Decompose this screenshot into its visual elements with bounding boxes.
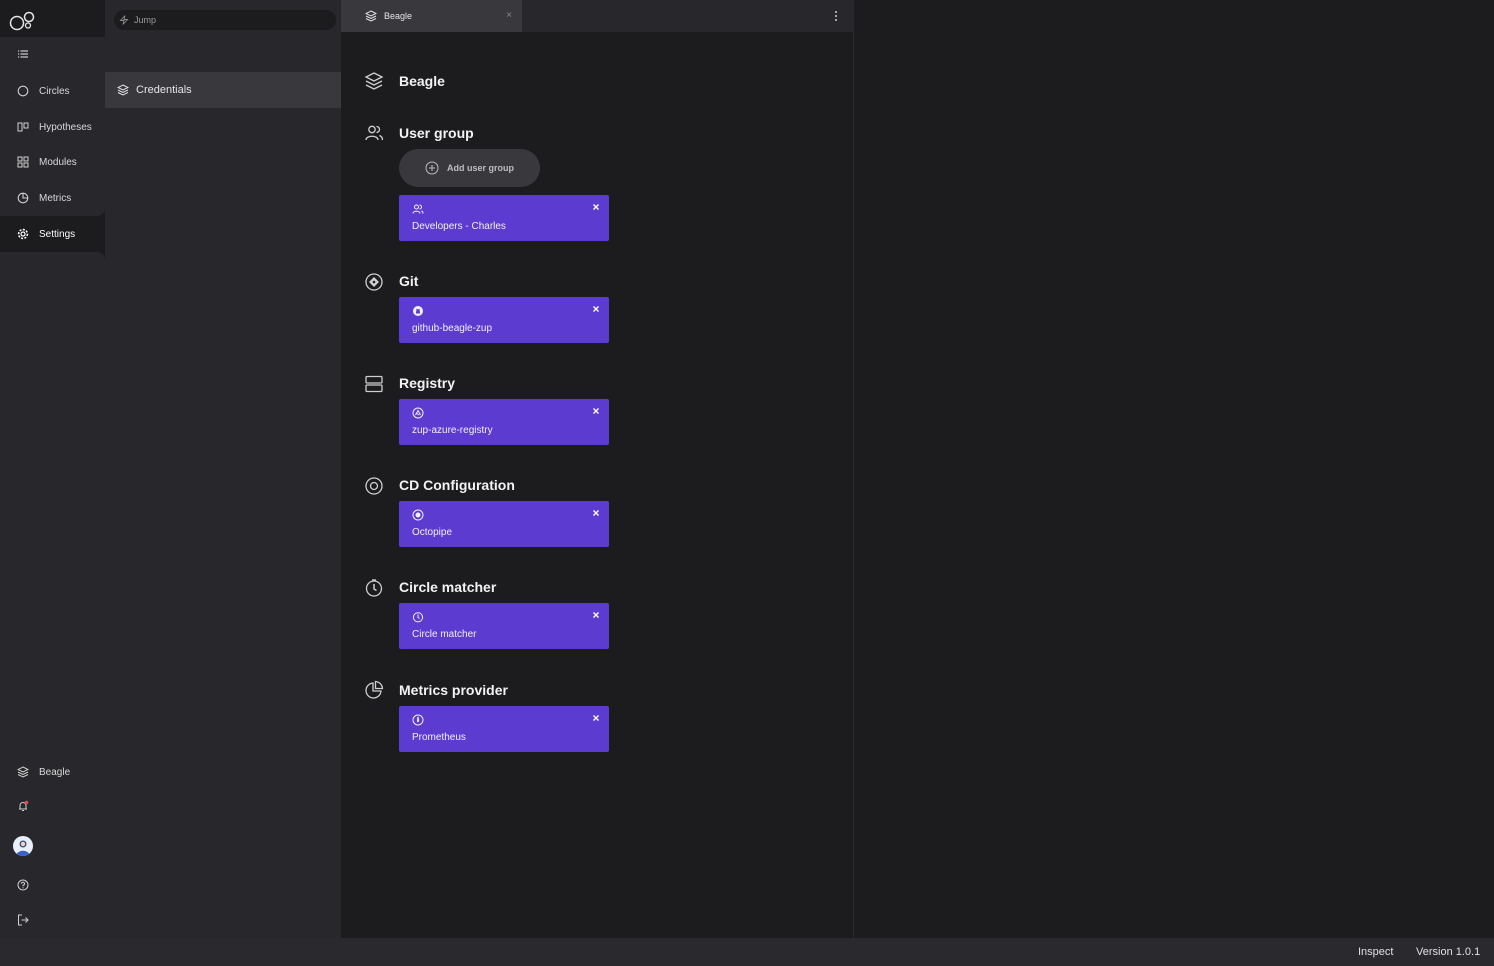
metrics-icon	[17, 192, 29, 204]
tab-beagle[interactable]: Beagle ×	[341, 0, 522, 32]
credentials-label: Credentials	[136, 84, 192, 96]
target-icon	[364, 476, 384, 496]
remove-close-icon[interactable]	[591, 202, 601, 212]
tab-close-icon[interactable]: ×	[506, 11, 512, 21]
jump-search-input[interactable]: Jump	[114, 10, 336, 30]
hypotheses-icon	[17, 121, 29, 133]
add-user-group-button[interactable]: Add user group	[399, 149, 540, 187]
remove-close-icon[interactable]	[591, 304, 601, 314]
user-group-card[interactable]: Developers - Charles	[399, 195, 609, 241]
modules-icon	[17, 156, 29, 168]
plus-circle-icon	[425, 161, 439, 175]
section-title-user-group: User group	[399, 125, 474, 141]
layers-icon	[117, 84, 129, 96]
octopipe-icon	[412, 509, 424, 521]
circle-matcher-card-label: Circle matcher	[412, 629, 477, 640]
section-title-circle-matcher: Circle matcher	[399, 579, 497, 595]
circle-matcher-icon	[364, 578, 384, 598]
azure-icon	[412, 407, 424, 419]
github-icon	[412, 305, 424, 317]
remove-close-icon[interactable]	[591, 406, 601, 416]
tab-bar: Beagle ×	[341, 0, 854, 32]
status-footer: Inspect Version 1.0.1	[0, 938, 1494, 966]
nav-item-modules[interactable]: Modules	[0, 151, 105, 173]
git-card[interactable]: github-beagle-zup	[399, 297, 609, 343]
workspace-title: Beagle	[399, 73, 445, 89]
main-sidebar: Circles Hypotheses Modules Metrics Setti…	[0, 0, 105, 938]
server-icon	[364, 374, 384, 394]
git-card-label: github-beagle-zup	[412, 323, 493, 334]
layers-icon	[364, 71, 384, 91]
menu-toggle-icon[interactable]	[17, 48, 29, 60]
remove-close-icon[interactable]	[591, 713, 601, 723]
pie-chart-icon	[364, 680, 384, 700]
nav-label: Hypotheses	[39, 121, 92, 133]
section-title-registry: Registry	[399, 375, 456, 391]
help-icon[interactable]	[16, 878, 30, 892]
workspace-label: Beagle	[39, 766, 71, 778]
circle-icon	[17, 85, 29, 97]
remove-close-icon[interactable]	[591, 610, 601, 620]
section-title-cd-configuration: CD Configuration	[399, 477, 515, 493]
credentials-panel: Beagle × Beagle User group Add user grou…	[341, 0, 854, 938]
menu-item-credentials[interactable]: Credentials	[105, 72, 341, 108]
jump-placeholder: Jump	[134, 15, 157, 25]
tab-label: Beagle	[384, 11, 413, 21]
logout-icon[interactable]	[16, 913, 30, 927]
charles-logo-icon[interactable]	[9, 10, 39, 32]
metrics-provider-card[interactable]: Prometheus	[399, 706, 609, 752]
notification-bell-icon[interactable]	[16, 799, 30, 813]
nav-label: Metrics	[39, 192, 72, 204]
cd-configuration-card-label: Octopipe	[412, 527, 453, 538]
workspace-switcher[interactable]: Beagle	[0, 761, 105, 783]
more-options-icon[interactable]	[834, 10, 838, 22]
gear-icon	[17, 228, 29, 240]
metrics-provider-card-label: Prometheus	[412, 732, 466, 743]
avatar[interactable]	[13, 836, 33, 856]
layers-icon	[365, 10, 377, 22]
add-user-group-label: Add user group	[447, 163, 514, 173]
user-group-card-label: Developers - Charles	[412, 221, 506, 232]
nav-item-metrics[interactable]: Metrics	[0, 187, 105, 209]
users-icon	[412, 203, 424, 215]
git-icon	[364, 272, 384, 292]
bolt-icon	[119, 15, 129, 25]
nav-label: Modules	[39, 156, 77, 168]
layers-icon	[17, 766, 29, 778]
remove-close-icon[interactable]	[591, 508, 601, 518]
inspect-link[interactable]: Inspect	[1358, 946, 1393, 958]
nav-item-settings[interactable]: Settings	[0, 223, 105, 245]
nav-item-hypotheses[interactable]: Hypotheses	[0, 116, 105, 138]
nav-label: Settings	[39, 228, 76, 240]
settings-menu-panel: Jump Credentials	[105, 0, 341, 938]
section-title-git: Git	[399, 273, 419, 289]
registry-card[interactable]: zup-azure-registry	[399, 399, 609, 445]
cd-configuration-card[interactable]: Octopipe	[399, 501, 609, 547]
registry-card-label: zup-azure-registry	[412, 425, 493, 436]
prometheus-icon	[412, 714, 424, 726]
users-icon	[364, 123, 384, 143]
nav-label: Circles	[39, 85, 70, 97]
circle-matcher-card[interactable]: Circle matcher	[399, 603, 609, 649]
section-title-metrics-provider: Metrics provider	[399, 682, 508, 698]
circle-matcher-icon	[412, 611, 424, 623]
nav-item-circles[interactable]: Circles	[0, 80, 105, 102]
version-label: Version 1.0.1	[1416, 946, 1481, 958]
